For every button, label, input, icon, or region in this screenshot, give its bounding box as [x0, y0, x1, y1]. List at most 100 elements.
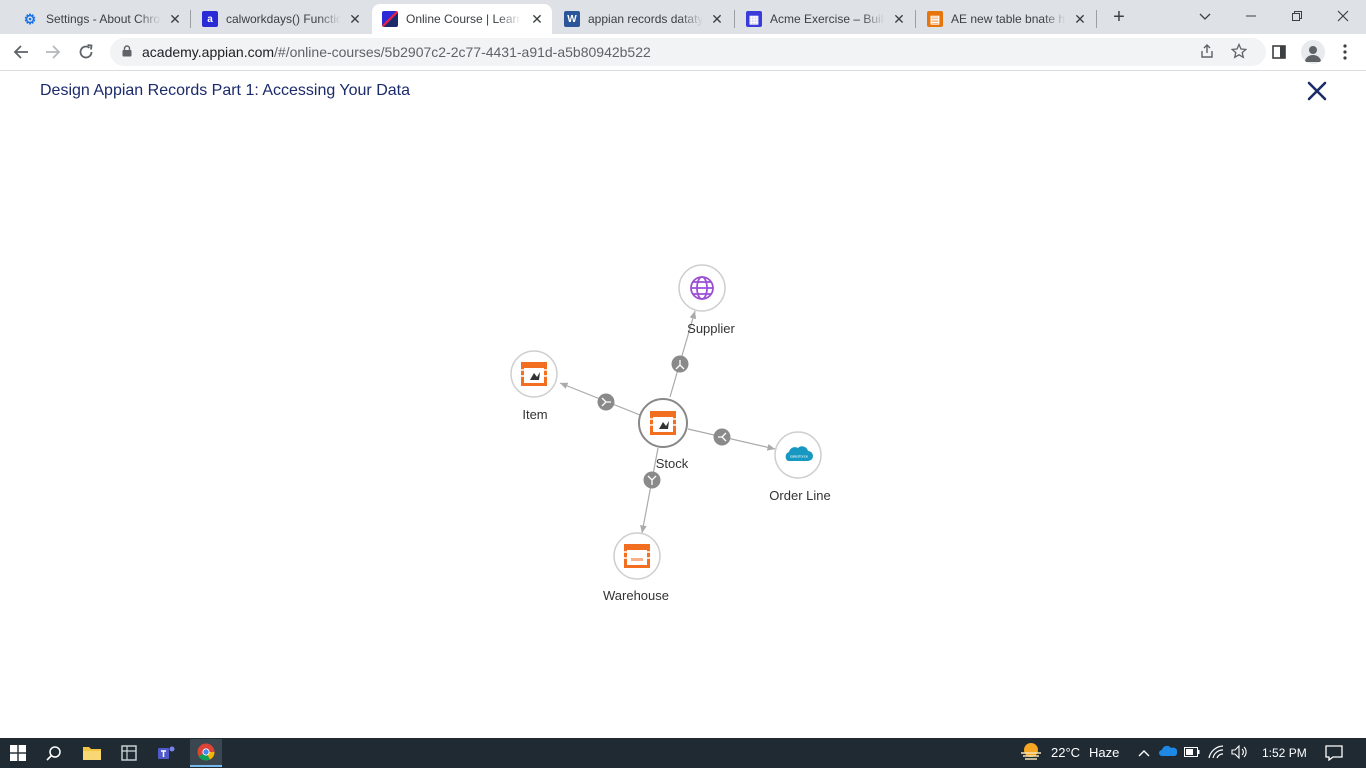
url-host: academy.appian.com: [142, 44, 275, 60]
search-button[interactable]: [42, 741, 66, 765]
start-button[interactable]: [6, 741, 30, 765]
minimize-button[interactable]: [1228, 4, 1274, 28]
teams-button[interactable]: [155, 741, 179, 765]
tab-word-doc[interactable]: W appian records datatype ✕: [554, 4, 732, 34]
node-stock[interactable]: [638, 398, 688, 448]
tab-ae-table[interactable]: ▤ AE new table bnate hr ✕: [917, 4, 1095, 34]
table-app-icon: ▤: [927, 11, 943, 27]
windows-taskbar: 22°C Haze 1:52 PM: [0, 738, 1366, 768]
chevron-up-icon: [1138, 750, 1150, 757]
url-text: academy.appian.com/#/online-courses/5b29…: [142, 44, 651, 60]
relationship-badge-orderline[interactable]: [713, 428, 731, 446]
battery-icon[interactable]: [1184, 745, 1200, 761]
side-panel-button[interactable]: [1268, 41, 1290, 63]
chrome-taskbar-button[interactable]: [190, 739, 222, 767]
side-panel-icon: [1272, 45, 1286, 59]
more-vertical-icon: [1343, 44, 1347, 60]
close-icon: [1337, 10, 1349, 22]
tab-title: Acme Exercise – Build: [770, 12, 885, 26]
node-item[interactable]: [510, 350, 558, 398]
relationship-badge-supplier[interactable]: [671, 355, 689, 373]
notification-icon: [1325, 745, 1343, 762]
browser-toolbar: academy.appian.com/#/online-courses/5b29…: [0, 34, 1366, 71]
tab-separator: [915, 10, 916, 28]
tab-title: Settings - About Chrome: [46, 12, 161, 26]
tab-separator: [190, 10, 191, 28]
relationship-badge-warehouse[interactable]: [643, 471, 661, 489]
tab-calworkdays[interactable]: a calworkdays() Function ✕: [192, 4, 370, 34]
node-label-supplier: Supplier: [687, 321, 735, 336]
back-button[interactable]: [9, 40, 33, 64]
relationship-badge-item[interactable]: [597, 393, 615, 411]
lock-icon: [122, 45, 132, 57]
clock-time[interactable]: 1:52 PM: [1262, 746, 1307, 760]
tab-strip: ⚙ Settings - About Chrome ✕ a calworkday…: [0, 0, 1366, 34]
edge-stock-orderline: [687, 428, 776, 451]
wifi-icon[interactable]: [1208, 745, 1224, 761]
tab-title: appian records datatype: [588, 12, 703, 26]
chrome-icon: [197, 743, 215, 761]
folder-icon: [83, 747, 101, 760]
node-supplier[interactable]: [678, 264, 726, 312]
url-path: /#/online-courses/5b2907c2-2c77-4431-a91…: [274, 44, 651, 60]
show-hidden-icons-button[interactable]: [1136, 745, 1152, 761]
arrow-left-icon: [13, 45, 28, 59]
close-icon[interactable]: ✕: [168, 12, 182, 26]
weather-temperature[interactable]: 22°C: [1051, 745, 1080, 760]
appian-a-icon: a: [202, 11, 218, 27]
minimize-icon: [1246, 15, 1256, 17]
close-icon[interactable]: ✕: [892, 12, 906, 26]
weather-description[interactable]: Haze: [1089, 745, 1119, 760]
node-orderline[interactable]: salesforce: [774, 431, 822, 479]
new-tab-button[interactable]: +: [1110, 6, 1128, 28]
app-grid-icon: [121, 745, 137, 761]
bookmark-star-icon[interactable]: [1230, 42, 1248, 61]
restore-icon: [1292, 11, 1302, 21]
node-label-warehouse: Warehouse: [603, 588, 669, 603]
forward-button[interactable]: [41, 40, 65, 64]
menu-button[interactable]: [1334, 41, 1356, 63]
tab-title: AE new table bnate hr: [951, 12, 1066, 26]
tab-online-course[interactable]: Online Course | Learning ✕: [372, 4, 552, 34]
appian-academy-icon: [382, 11, 398, 27]
chevron-down-icon: [1199, 13, 1211, 20]
profile-avatar[interactable]: [1301, 40, 1325, 64]
salesforce-logo-text: salesforce: [790, 454, 809, 459]
tab-title: Online Course | Learning: [406, 12, 521, 26]
tab-search-button[interactable]: [1182, 4, 1228, 28]
close-icon[interactable]: ✕: [1073, 12, 1087, 26]
tab-acme-exercise[interactable]: ▦ Acme Exercise – Build ✕: [736, 4, 914, 34]
tab-separator: [1096, 10, 1097, 28]
course-viewer: Design Appian Records Part 1: Accessing …: [0, 71, 1366, 738]
word-icon: W: [564, 11, 580, 27]
close-window-button[interactable]: [1320, 4, 1366, 28]
address-bar[interactable]: academy.appian.com/#/online-courses/5b29…: [110, 38, 1266, 66]
node-label-item: Item: [522, 407, 548, 422]
grid-app-icon: ▦: [746, 11, 762, 27]
database-icon: [520, 361, 548, 387]
close-icon[interactable]: ✕: [348, 12, 362, 26]
close-icon[interactable]: ✕: [530, 12, 544, 26]
tab-settings[interactable]: ⚙ Settings - About Chrome ✕: [12, 4, 190, 34]
search-icon: [46, 746, 61, 761]
notifications-button[interactable]: [1325, 745, 1343, 762]
file-explorer-button[interactable]: [80, 741, 104, 765]
reload-button[interactable]: [74, 40, 98, 64]
onedrive-icon[interactable]: [1159, 745, 1178, 761]
teams-icon: [158, 746, 175, 759]
weather-haze-icon: [1021, 743, 1041, 760]
gear-icon: ⚙: [23, 10, 37, 27]
node-label-orderline: Order Line: [769, 488, 831, 503]
app-button[interactable]: [117, 741, 141, 765]
reload-icon: [79, 44, 93, 59]
database-icon: [649, 410, 677, 436]
share-icon[interactable]: [1198, 43, 1216, 61]
volume-icon[interactable]: [1231, 744, 1247, 761]
windows-logo-icon: [10, 745, 26, 761]
arrow-right-icon: [46, 45, 61, 59]
person-icon: [1305, 46, 1321, 62]
restore-button[interactable]: [1274, 4, 1320, 28]
record-relationship-graph: salesforce: [510, 264, 822, 580]
node-warehouse[interactable]: [613, 532, 661, 580]
close-icon[interactable]: ✕: [710, 12, 724, 26]
